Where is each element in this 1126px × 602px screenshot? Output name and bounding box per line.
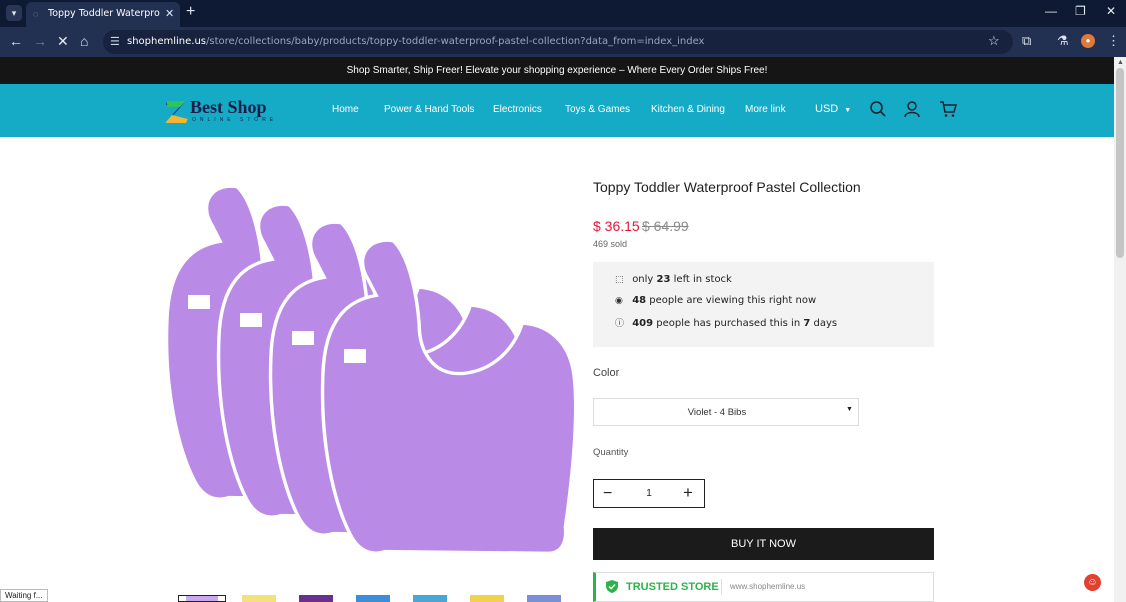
color-select[interactable]: Violet - 4 Bibs ▼ bbox=[593, 398, 859, 426]
site-info-icon[interactable]: ☰ bbox=[110, 35, 120, 48]
search-icon[interactable] bbox=[869, 100, 887, 118]
quantity-input[interactable]: 1 bbox=[637, 488, 661, 499]
trusted-store-badge: TRUSTED STORE www.shophemline.us bbox=[593, 572, 934, 602]
store-logo[interactable]: Best Shop ONLINE STORE bbox=[164, 97, 274, 125]
product-thumbnail[interactable] bbox=[520, 595, 568, 602]
chat-support-icon[interactable]: ☺ bbox=[1084, 574, 1101, 591]
address-bar-row: ← → ✕ ⌂ ☰ shophemline.us/store/collectio… bbox=[0, 27, 1126, 57]
bib-label-tag bbox=[344, 349, 366, 363]
extensions-icon[interactable]: ⧉ bbox=[1022, 33, 1031, 49]
forward-icon[interactable]: → bbox=[33, 33, 47, 49]
nav-power-hand-tools[interactable]: Power & Hand Tools bbox=[384, 104, 474, 115]
site-header: Best Shop ONLINE STORE Home Power & Hand… bbox=[0, 84, 1114, 137]
box-icon: ⬚ bbox=[615, 275, 624, 285]
bib-label-tag bbox=[292, 331, 314, 345]
purchased-row: ⓘ 409 people has purchased this in 7 day… bbox=[615, 318, 838, 329]
scroll-up-icon[interactable]: ▲ bbox=[1117, 59, 1124, 66]
product-thumbnail[interactable] bbox=[349, 595, 397, 602]
stop-loading-icon[interactable]: ✕ bbox=[57, 33, 69, 50]
viewing-row: ◉ 48 people are viewing this right now bbox=[615, 295, 817, 306]
nav-more-link[interactable]: More link bbox=[745, 104, 786, 115]
trusted-store-url: www.shophemline.us bbox=[730, 582, 806, 591]
nav-electronics[interactable]: Electronics bbox=[493, 104, 542, 115]
nav-home[interactable]: Home bbox=[332, 104, 359, 115]
bib-label-tag bbox=[188, 295, 210, 309]
nav-kitchen-dining[interactable]: Kitchen & Dining bbox=[651, 104, 725, 115]
bookmark-star-icon[interactable]: ☆ bbox=[988, 33, 1000, 49]
announcement-bar: Shop Smarter, Ship Freer! Elevate your s… bbox=[0, 57, 1114, 84]
cart-icon[interactable] bbox=[939, 100, 957, 118]
window-close-icon[interactable]: ✕ bbox=[1106, 4, 1116, 18]
color-label: Color bbox=[593, 367, 620, 379]
increase-quantity-button[interactable]: + bbox=[683, 484, 693, 502]
product-title: Toppy Toddler Waterproof Pastel Collecti… bbox=[593, 179, 861, 195]
buy-it-now-button[interactable]: BUY IT NOW bbox=[593, 528, 934, 560]
divider bbox=[721, 579, 722, 595]
status-bubble: Waiting f... bbox=[0, 589, 48, 602]
browser-menu-icon[interactable]: ⋮ bbox=[1107, 33, 1120, 49]
labs-flask-icon[interactable]: ⚗ bbox=[1057, 33, 1069, 49]
caret-down-icon: ▼ bbox=[844, 107, 852, 114]
shield-check-icon bbox=[606, 580, 618, 593]
eye-icon: ◉ bbox=[615, 296, 623, 306]
tab-close-icon[interactable]: ✕ bbox=[165, 7, 174, 20]
url-input[interactable]: ☰ shophemline.us/store/collections/baby/… bbox=[103, 30, 1013, 54]
currency-selector[interactable]: USD ▼ bbox=[815, 103, 851, 115]
color-select-value: Violet - 4 Bibs bbox=[687, 407, 747, 418]
logo-z-icon bbox=[165, 101, 188, 123]
bib-label-tag bbox=[240, 313, 262, 327]
trusted-store-label: TRUSTED STORE bbox=[626, 581, 719, 593]
logo-tagline: ONLINE STORE bbox=[192, 117, 278, 123]
tab-title: Toppy Toddler Waterproof Pastel bbox=[48, 8, 160, 19]
profile-avatar-icon[interactable]: ● bbox=[1081, 34, 1095, 48]
nav-toys-games[interactable]: Toys & Games bbox=[565, 104, 630, 115]
sold-count: 469 sold bbox=[593, 239, 628, 249]
back-icon[interactable]: ← bbox=[9, 33, 23, 49]
scrollbar-thumb[interactable] bbox=[1116, 68, 1124, 258]
caret-down-icon: ▼ bbox=[846, 406, 853, 413]
product-thumbnail[interactable] bbox=[178, 595, 226, 602]
account-icon[interactable] bbox=[903, 100, 921, 118]
home-icon[interactable]: ⌂ bbox=[80, 33, 88, 49]
stock-info-box: ⬚ only 23 left in stock ◉ 48 people are … bbox=[593, 262, 934, 347]
product-thumbnail[interactable] bbox=[406, 595, 454, 602]
quantity-label: Quantity bbox=[593, 447, 629, 458]
new-tab-icon[interactable]: + bbox=[186, 3, 195, 21]
restore-icon[interactable]: ❐ bbox=[1075, 4, 1086, 18]
loading-favicon-icon: ◌ bbox=[33, 9, 39, 19]
stock-left-row: ⬚ only 23 left in stock bbox=[615, 274, 732, 285]
quantity-stepper: − 1 + bbox=[593, 479, 705, 508]
compare-at-price: $ 64.99 bbox=[642, 218, 689, 234]
tab-search-icon[interactable]: ▾ bbox=[6, 5, 22, 21]
product-thumbnail[interactable] bbox=[463, 595, 511, 602]
thumbnail-strip bbox=[178, 595, 568, 602]
browser-tab[interactable]: ◌ Toppy Toddler Waterproof Pastel ✕ bbox=[26, 2, 180, 27]
sale-price: $ 36.15 bbox=[593, 218, 640, 234]
info-circle-icon: ⓘ bbox=[615, 319, 625, 329]
currency-label: USD bbox=[815, 103, 839, 115]
browser-tab-strip: ▾ ◌ Toppy Toddler Waterproof Pastel ✕ + … bbox=[0, 0, 1126, 27]
decrease-quantity-button[interactable]: − bbox=[603, 485, 612, 503]
url-text: shophemline.us/store/collections/baby/pr… bbox=[127, 36, 705, 47]
product-thumbnail[interactable] bbox=[235, 595, 283, 602]
product-main-image[interactable] bbox=[160, 170, 580, 590]
minimize-icon[interactable]: — bbox=[1045, 4, 1057, 18]
product-thumbnail[interactable] bbox=[292, 595, 340, 602]
logo-text: Best Shop bbox=[190, 97, 267, 117]
